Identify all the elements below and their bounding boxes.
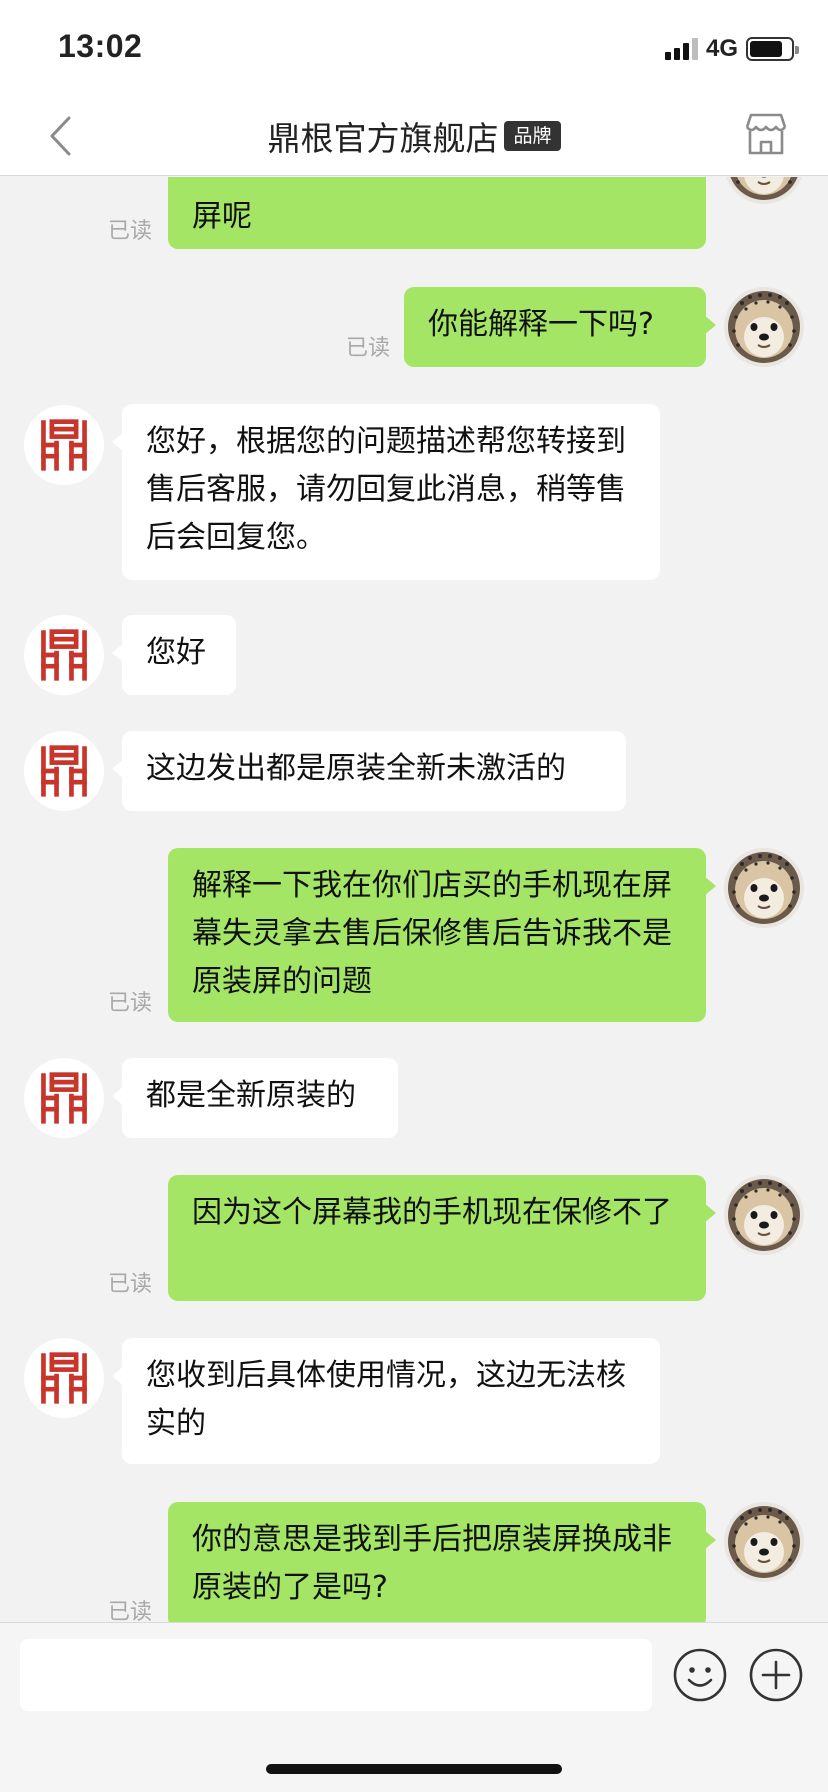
page-title: 鼎根官方旗舰店 <box>267 119 499 158</box>
user-avatar[interactable] <box>724 287 804 367</box>
emoji-icon <box>673 1648 727 1702</box>
message-text: 解释一下我在你们店买的手机现在屏幕失灵拿去售后保修售后告诉我不是原装屏的问题 <box>192 868 672 999</box>
ding-logo-icon <box>36 743 92 799</box>
ding-logo-icon <box>36 1070 92 1126</box>
home-indicator[interactable] <box>266 1764 562 1774</box>
message-text: 你能解释一下吗? <box>428 307 654 342</box>
nav-title-group: 鼎根官方旗舰店 品牌 <box>0 112 828 160</box>
store-icon <box>745 113 787 155</box>
status-indicators: 4G <box>664 35 799 62</box>
user-avatar[interactable] <box>724 848 804 928</box>
message-bubble-mine[interactable]: 因为这个屏幕我的手机现在保修不了 <box>168 1175 716 1301</box>
ding-logo-icon <box>36 627 92 683</box>
read-status: 已读 <box>108 1600 153 1622</box>
battery-icon <box>746 37 799 61</box>
ding-logo-icon <box>36 417 92 473</box>
plus-icon <box>749 1648 803 1702</box>
message-bubble-mine[interactable]: 屏呢 <box>168 177 706 249</box>
message-input[interactable] <box>20 1639 652 1711</box>
nav-bar: 鼎根官方旗舰店 品牌 <box>0 96 828 176</box>
store-avatar[interactable] <box>24 405 104 485</box>
read-status: 已读 <box>108 219 153 244</box>
message-text: 您收到后具体使用情况，这边无法核实的 <box>146 1358 626 1441</box>
message-text: 这边发出都是原装全新未激活的 <box>146 751 566 786</box>
store-avatar[interactable] <box>24 615 104 695</box>
store-button[interactable] <box>742 110 790 158</box>
status-bar: 13:02 4G <box>0 0 828 96</box>
message-bubble-mine[interactable]: 你的意思是我到手后把原装屏换成非原装的了是吗? <box>168 1502 716 1622</box>
message-text: 你的意思是我到手后把原装屏换成非原装的了是吗? <box>192 1522 672 1605</box>
message-text: 您好 <box>146 635 206 670</box>
message-bubble-store[interactable]: 这边发出都是原装全新未激活的 <box>112 731 626 811</box>
message-bubble-store[interactable]: 都是全新原装的 <box>112 1058 398 1138</box>
message-text: 都是全新原装的 <box>146 1078 356 1113</box>
message-bubble-store[interactable]: 您收到后具体使用情况，这边无法核实的 <box>112 1338 660 1464</box>
store-avatar[interactable] <box>24 1058 104 1138</box>
read-status: 已读 <box>108 1272 153 1297</box>
message-text: 因为这个屏幕我的手机现在保修不了 <box>192 1195 672 1230</box>
battery-level <box>750 41 782 57</box>
message-bubble-mine[interactable]: 解释一下我在你们店买的手机现在屏幕失灵拿去售后保修售后告诉我不是原装屏的问题 <box>168 848 716 1022</box>
user-avatar[interactable] <box>724 177 804 204</box>
message-text: 屏呢 <box>192 199 252 234</box>
ding-logo-icon <box>36 1350 92 1406</box>
store-avatar[interactable] <box>24 1338 104 1418</box>
message-text: 您好，根据您的问题描述帮您转接到售后客服，请勿回复此消息，稍等售后会回复您。 <box>146 424 626 555</box>
status-time: 13:02 <box>58 28 143 64</box>
user-avatar[interactable] <box>724 1175 804 1255</box>
message-bubble-store[interactable]: 您好 <box>112 615 236 695</box>
read-status: 已读 <box>346 336 391 361</box>
message-bubble-store[interactable]: 您好，根据您的问题描述帮您转接到售后客服，请勿回复此消息，稍等售后会回复您。 <box>112 404 660 580</box>
user-avatar[interactable] <box>724 1502 804 1582</box>
message-bubble-mine[interactable]: 你能解释一下吗? <box>404 287 716 367</box>
store-avatar[interactable] <box>24 731 104 811</box>
network-label: 4G <box>705 35 738 62</box>
plus-button[interactable] <box>748 1647 804 1703</box>
signal-icon <box>664 38 698 60</box>
read-status: 已读 <box>108 991 153 1016</box>
chat-area[interactable]: 已读 屏呢 已读 你能解释一下吗? 您好，根据您的问题描述帮您转接到售后客服，请… <box>0 177 828 1622</box>
brand-badge: 品牌 <box>504 121 561 151</box>
emoji-button[interactable] <box>672 1647 728 1703</box>
